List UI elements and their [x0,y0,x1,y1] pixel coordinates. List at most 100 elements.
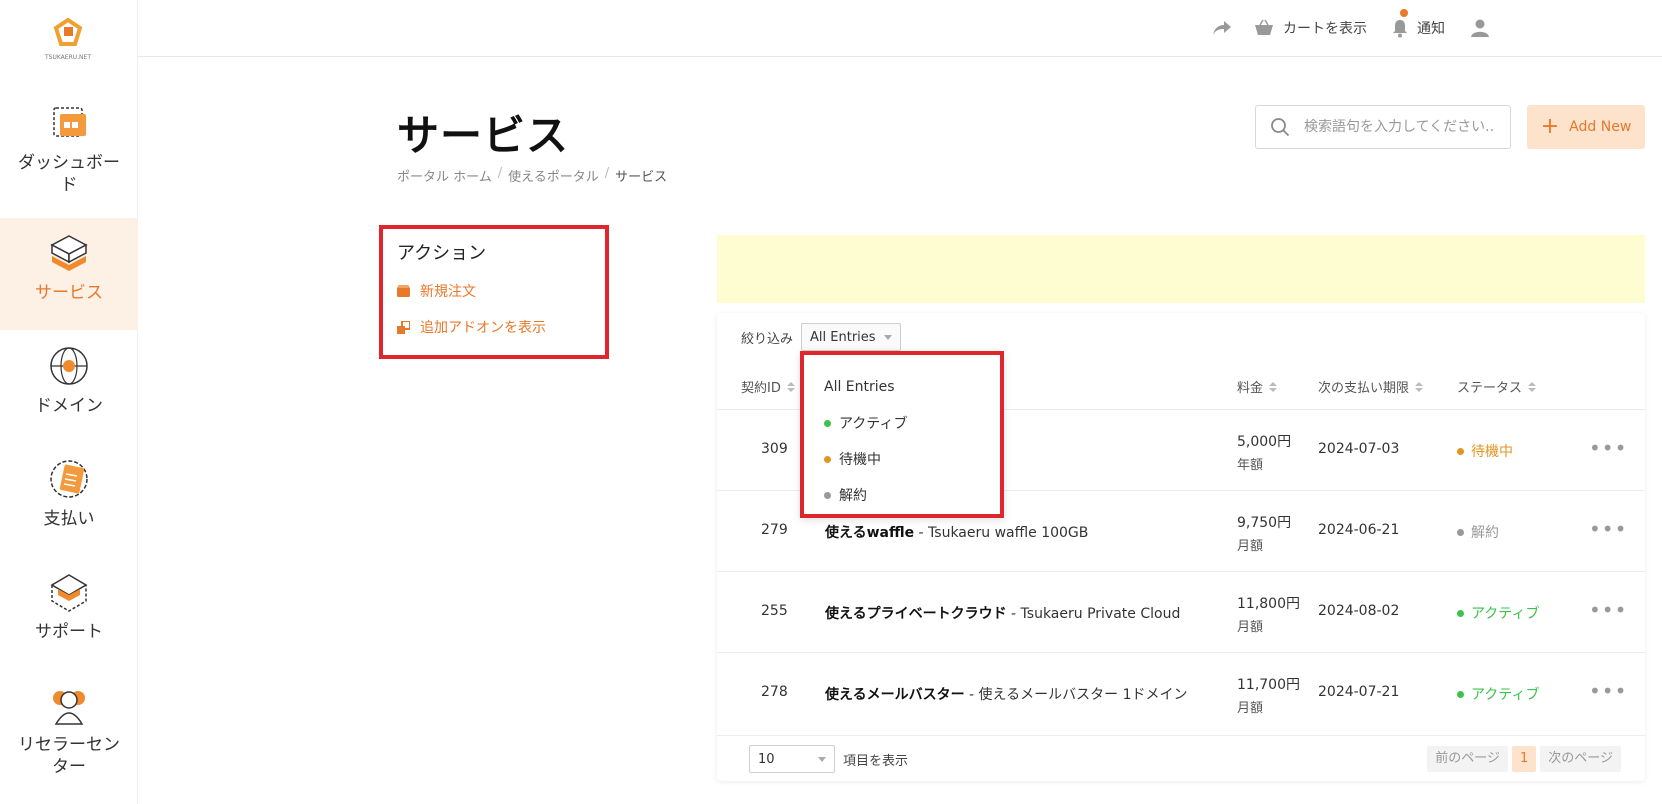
reseller-icon [53,691,85,725]
pagination: 前のページ 1 次のページ [1427,746,1621,772]
sidebar: TSUKAERU.NET ダッシュボード サービス ドメイン 支払い サポート … [0,0,138,804]
status-dot [824,455,831,463]
search-input[interactable] [1302,118,1497,136]
cell-price: 5,000円 年額 [1237,430,1291,478]
cell-product: 使えるプライベートクラウド - Tsukaeru Private Cloud [825,603,1180,623]
billing-icon [50,460,88,498]
billing-cycle: 月額 [1237,620,1264,635]
cell-id: 279 [761,522,788,538]
sidebar-item-dashboard[interactable]: ダッシュボード [0,88,138,200]
column-header-label: 契約ID [741,381,781,396]
page-number-button[interactable]: 1 [1511,746,1537,772]
status-badge: 待機中 [1457,441,1513,461]
cell-id: 278 [761,684,788,700]
column-header-next-due[interactable]: 次の支払い期限 [1318,377,1424,396]
box-icon [397,285,410,297]
notification-badge [1400,9,1408,17]
sidebar-item-support[interactable]: サポート [0,557,138,669]
filter-option-label: 待機中 [839,452,881,468]
prev-page-button[interactable]: 前のページ [1427,746,1508,772]
notice-banner [717,235,1645,303]
status-dot [824,491,831,499]
user-menu-button[interactable] [1470,16,1498,40]
status-dot [1457,528,1464,536]
more-options-icon[interactable]: ••• [1589,679,1627,703]
filter-option-cancelled[interactable]: 解約 [804,477,1000,513]
share-button[interactable] [1212,16,1240,40]
next-page-button[interactable]: 次のページ [1540,746,1621,772]
more-options-icon[interactable]: ••• [1589,517,1627,541]
new-order-label: 新規注文 [420,284,476,300]
breadcrumb-portal[interactable]: 使えるポータル [508,166,599,185]
billing-cycle: 月額 [1237,701,1264,716]
sidebar-item-reseller[interactable]: リセラーセンター [0,670,138,804]
filter-select[interactable]: All Entries [801,323,902,351]
view-cart-button[interactable]: カートを表示 [1253,16,1367,40]
price-amount: 11,700円 [1237,677,1300,693]
cell-next-due: 2024-07-21 [1318,684,1400,700]
sidebar-item-billing[interactable]: 支払い [0,444,138,556]
view-addons-link[interactable]: 追加アドオンを表示 [397,317,591,337]
billing-cycle: 年額 [1237,458,1264,473]
sort-icon [1415,381,1424,392]
sort-icon [1528,381,1537,392]
sidebar-item-label: ダッシュボード [18,153,120,195]
logo-mark-icon [53,17,83,46]
filter-option-label: アクティブ [839,416,908,432]
breadcrumb-separator: / [497,166,503,181]
search-icon [1271,118,1290,137]
column-header-label: 料金 [1237,381,1264,396]
filter-label: 絞り込み [741,331,794,347]
sidebar-item-domain[interactable]: ドメイン [0,331,138,443]
page-title: サービス [397,111,570,160]
column-header-id[interactable]: 契約ID [741,377,795,396]
logo[interactable]: TSUKAERU.NET [36,17,100,70]
notifications-button[interactable]: 通知 [1391,9,1445,40]
status-badge: アクティブ [1457,684,1539,704]
cell-price: 9,750円 月額 [1237,511,1291,559]
notifications-label: 通知 [1417,21,1445,37]
price-amount: 11,800円 [1237,596,1300,612]
sidebar-item-label: サポート [35,622,103,642]
cell-next-due: 2024-08-02 [1318,603,1400,619]
column-header-price[interactable]: 料金 [1237,377,1278,396]
view-addons-label: 追加アドオンを表示 [420,320,546,336]
status-dot [1457,447,1464,455]
logo-text: TSUKAERU.NET [44,54,91,61]
chevron-down-icon [818,756,826,762]
filter-option-all[interactable]: All Entries [804,369,1000,405]
cell-next-due: 2024-06-21 [1318,522,1400,538]
sidebar-item-services[interactable]: サービス [0,218,138,330]
product-detail: - Tsukaeru Private Cloud [1006,606,1181,622]
status-badge: アクティブ [1457,603,1539,623]
search-box[interactable] [1255,105,1511,149]
breadcrumb-home[interactable]: ポータル ホーム [397,166,492,185]
sort-icon [786,381,795,392]
status-label: アクティブ [1471,606,1540,622]
cell-price: 11,700円 月額 [1237,673,1300,721]
table-row[interactable]: 255 使えるプライベートクラウド - Tsukaeru Private Clo… [717,571,1645,652]
page-size-select[interactable]: 10 [749,745,835,773]
more-options-icon[interactable]: ••• [1589,598,1627,622]
filter-option-pending[interactable]: 待機中 [804,441,1000,477]
add-new-button[interactable]: + Add New [1527,105,1645,149]
table-row[interactable]: 278 使えるメールバスター - 使えるメールバスター 1ドメイン 11,700… [717,652,1645,733]
column-header-status[interactable]: ステータス [1457,377,1537,396]
breadcrumb-separator: / [604,166,610,181]
page-size-value: 10 [758,751,775,767]
status-label: アクティブ [1471,687,1540,703]
services-icon [50,235,88,271]
actions-panel: アクション 新規注文 追加アドオンを表示 [379,225,609,359]
more-options-icon[interactable]: ••• [1589,436,1627,460]
filter-selected-value: All Entries [810,329,876,345]
filter-option-active[interactable]: アクティブ [804,405,1000,441]
sidebar-item-label: 支払い [43,509,95,529]
top-bar: カートを表示 通知 [138,0,1662,57]
dashboard-icon [53,107,86,137]
new-order-link[interactable]: 新規注文 [397,281,591,301]
cell-next-due: 2024-07-03 [1318,441,1400,457]
cell-id: 255 [761,603,788,619]
page-size-label: 項目を表示 [843,754,909,769]
support-icon [50,574,88,612]
breadcrumb-current: サービス [615,170,668,185]
